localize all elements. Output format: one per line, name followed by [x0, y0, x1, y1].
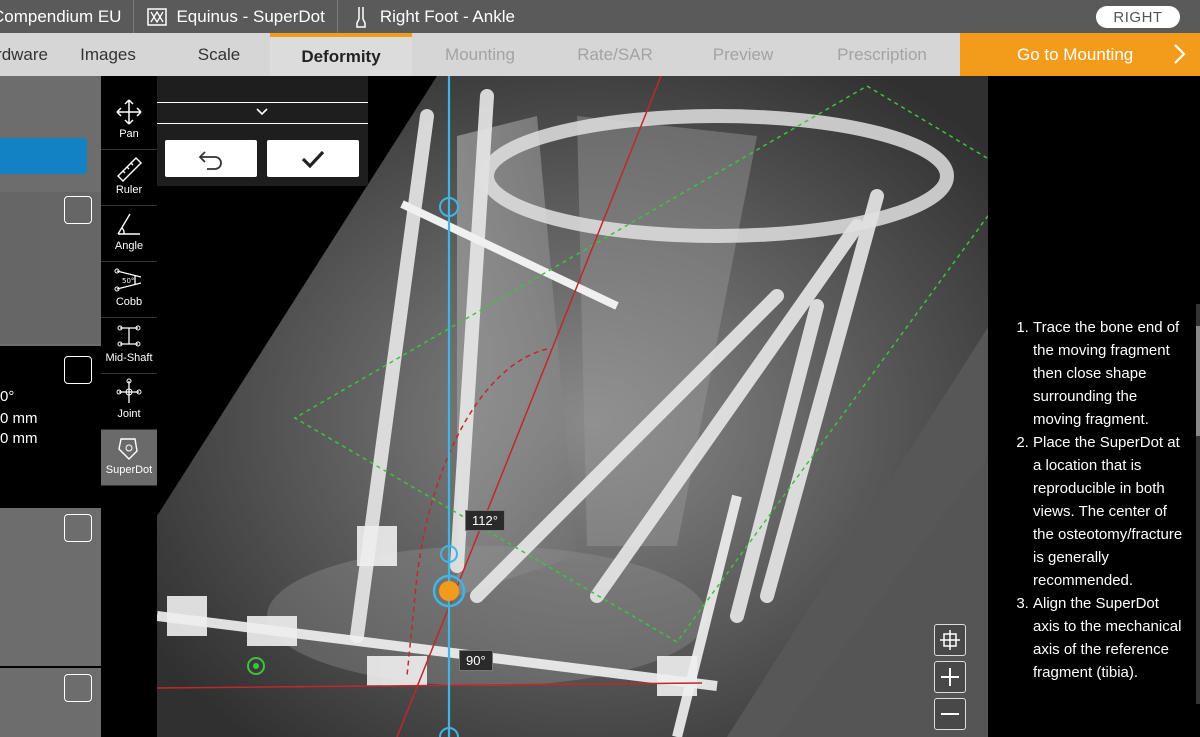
angle-icon [117, 213, 140, 235]
tool-joint[interactable]: Joint [101, 374, 157, 430]
tool-cobb[interactable]: 50° Cobb [101, 262, 157, 318]
tool-mid-shaft[interactable]: Mid-Shaft [101, 318, 157, 374]
instructions-scroll-thumb[interactable] [1196, 326, 1200, 436]
tab-images[interactable]: Images [60, 33, 156, 76]
superdot-icon [118, 438, 138, 460]
tool-column: Pan Ruler Angle 50° Cobb Mid-Shaft Joint… [101, 76, 157, 737]
instruction-list: Trace the bone end of the moving fragmen… [1000, 316, 1188, 684]
primary-action-button[interactable] [0, 138, 87, 174]
instructions-panel: Trace the bone end of the moving fragmen… [988, 76, 1200, 737]
tab-hardware[interactable]: Hardware [0, 33, 50, 76]
tool-superdot[interactable]: SuperDot [101, 430, 157, 486]
tab-mounting-label: Mounting [445, 44, 515, 64]
breadcrumb-patient-label: Compendium EU [0, 6, 122, 26]
tab-deformity[interactable]: Deformity [270, 33, 412, 76]
value-angle: 0° [0, 388, 15, 405]
tab-rate-sar-label: Rate/SAR [577, 44, 653, 64]
chevron-down-icon [256, 108, 268, 116]
tab-hardware-label: Hardware [0, 44, 48, 64]
tool-superdot-label: SuperDot [105, 464, 153, 476]
tab-scale-label: Scale [197, 44, 241, 64]
undo-button[interactable] [165, 140, 257, 177]
values-checkbox[interactable] [64, 356, 92, 384]
value-translation-1: 0 mm [0, 410, 38, 427]
check-icon [301, 150, 325, 168]
breadcrumb-case[interactable]: Equinus - SuperDot [134, 0, 338, 33]
angle-label-secondary: 90° [459, 650, 493, 671]
pan-icon [116, 99, 142, 125]
foot-icon [350, 6, 372, 28]
joint-icon [116, 378, 142, 403]
instruction-step-2: Place the SuperDot at a location that is… [1033, 431, 1188, 592]
mid-shaft-icon [117, 325, 141, 347]
lower-checkbox[interactable] [64, 514, 92, 542]
tab-prescription-label: Prescription [837, 44, 927, 64]
control-box [157, 76, 368, 186]
zoom-out-button[interactable] [934, 698, 966, 730]
ruler-icon [117, 157, 142, 182]
tab-preview-label: Preview [712, 44, 774, 64]
frame-icon [146, 6, 168, 28]
bottom-checkbox[interactable] [64, 674, 92, 702]
tab-prescription[interactable]: Prescription [820, 33, 944, 76]
tab-images-label: Images [80, 44, 136, 64]
chevron-right-icon [1174, 44, 1186, 64]
breadcrumb-anatomy-label: Right Foot - Ankle [379, 6, 515, 26]
side-badge: RIGHT [1096, 6, 1180, 28]
instruction-step-1: Trace the bone end of the moving fragmen… [1033, 316, 1188, 431]
value-translation-2: 0 mm [0, 430, 38, 447]
dropdown-bottom-line [157, 123, 368, 124]
minus-icon [941, 713, 959, 715]
breadcrumb-anatomy[interactable]: Right Foot - Ankle [338, 0, 527, 33]
breadcrumb-case-label: Equinus - SuperDot [176, 6, 325, 26]
angle-label-primary: 112° [465, 510, 505, 531]
instruction-step-3: Align the SuperDot axis to the mechanica… [1033, 592, 1188, 684]
tab-deformity-label: Deformity [301, 46, 381, 66]
tab-rate-sar[interactable]: Rate/SAR [555, 33, 675, 76]
tool-mid-shaft-label: Mid-Shaft [105, 352, 153, 364]
undo-icon [198, 150, 222, 170]
tool-ruler[interactable]: Ruler [101, 150, 157, 206]
fit-to-view-button[interactable] [934, 624, 966, 656]
tab-scale[interactable]: Scale [170, 33, 268, 76]
zoom-in-button[interactable] [934, 661, 966, 693]
tab-preview[interactable]: Preview [683, 33, 803, 76]
plus-icon [941, 668, 959, 686]
top-bar: Compendium EU Equinus - SuperDot Right F… [0, 0, 1200, 33]
breadcrumb-patient[interactable]: Compendium EU [0, 0, 135, 33]
confirm-button[interactable] [267, 140, 359, 177]
fragment-dropdown[interactable] [157, 103, 368, 123]
go-to-mounting-label: Go to Mounting [1017, 44, 1134, 64]
tool-angle[interactable]: Angle [101, 206, 157, 262]
svg-text:50°: 50° [122, 277, 134, 285]
tool-ruler-label: Ruler [115, 184, 143, 196]
tab-mounting[interactable]: Mounting [420, 33, 540, 76]
tool-pan-label: Pan [119, 128, 139, 140]
tool-angle-label: Angle [114, 240, 144, 252]
tool-pan[interactable]: Pan [101, 94, 157, 150]
tool-cobb-label: Cobb [115, 296, 143, 308]
go-to-mounting-button[interactable]: Go to Mounting [960, 33, 1200, 76]
fragment-panel: 0° 0 mm 0 mm [0, 76, 101, 737]
cobb-icon: 50° [114, 268, 142, 292]
tool-joint-label: Joint [117, 408, 141, 420]
crosshair-icon [940, 630, 960, 650]
fragment-checkbox[interactable] [64, 196, 92, 224]
